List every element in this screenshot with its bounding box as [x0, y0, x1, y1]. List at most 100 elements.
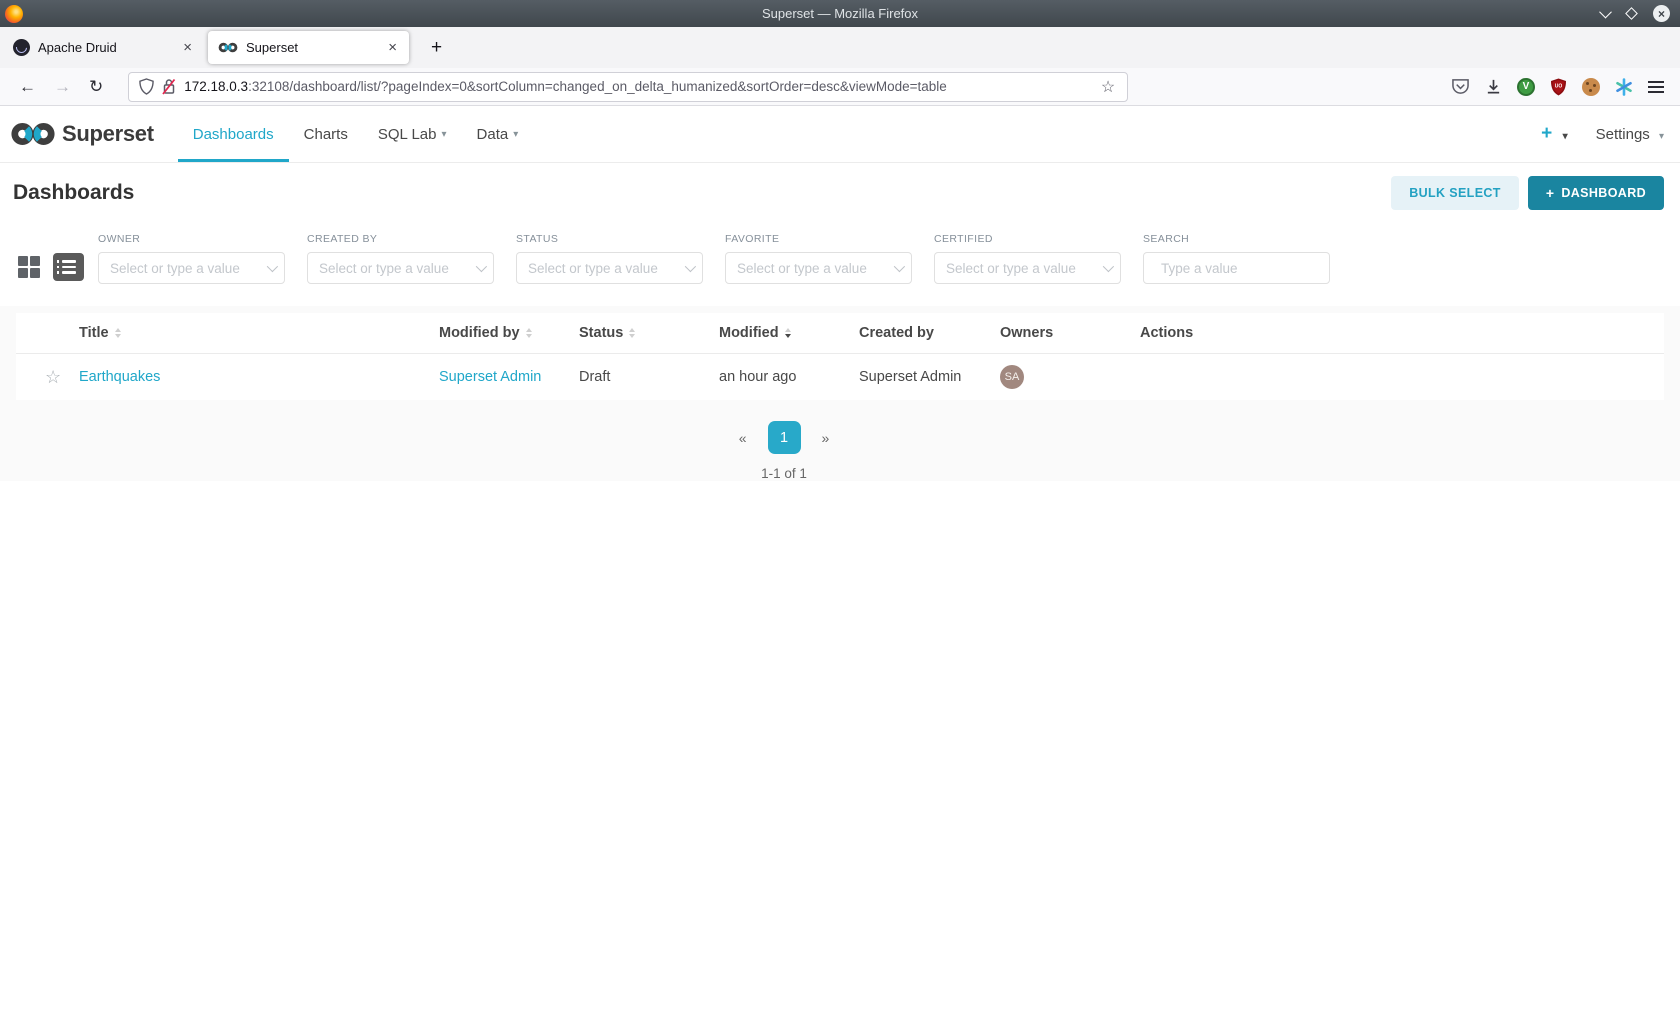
tab-superset[interactable]: Superset × — [208, 31, 409, 64]
nav-label: Data — [476, 125, 509, 143]
sort-icon — [114, 328, 121, 338]
bulk-select-button[interactable]: BULK SELECT — [1391, 176, 1519, 210]
superset-brand[interactable]: Superset — [10, 106, 154, 162]
column-header-modified[interactable]: Modified — [719, 325, 859, 341]
tab-close-icon[interactable]: × — [384, 39, 401, 56]
new-dashboard-label: DASHBOARD — [1561, 186, 1646, 200]
svg-text:UO: UO — [1555, 83, 1563, 89]
ublock-shield-icon[interactable]: UO — [1550, 78, 1567, 96]
url-host: 172.18.0.3 — [184, 79, 249, 94]
dashboards-table: Title Modified by Status Modified Create… — [16, 313, 1664, 400]
bookmark-star-icon[interactable]: ☆ — [1099, 77, 1117, 97]
filter-created-by: CREATED BY Select or type a value — [307, 233, 494, 284]
menu-hamburger-icon[interactable] — [1648, 80, 1664, 93]
owner-select[interactable]: Select or type a value — [98, 252, 285, 284]
url-text: 172.18.0.3:32108/dashboard/list/?pageInd… — [184, 79, 1099, 94]
content-area: Title Modified by Status Modified Create… — [0, 306, 1680, 481]
privacy-extension-icon[interactable]: V — [1517, 77, 1535, 96]
window-title: Superset — Mozilla Firefox — [761, 6, 919, 21]
dashboard-title-link[interactable]: Earthquakes — [79, 369, 160, 385]
url-bar[interactable]: 172.18.0.3:32108/dashboard/list/?pageInd… — [128, 71, 1129, 102]
new-tab-button[interactable]: + — [423, 35, 450, 61]
pagination-summary: 1-1 of 1 — [761, 466, 807, 481]
owner-avatar[interactable]: SA — [1000, 365, 1024, 389]
column-header-created-by: Created by — [859, 325, 1000, 341]
filter-label: OWNER — [98, 233, 141, 245]
certified-select[interactable]: Select or type a value — [934, 252, 1121, 284]
cookie-extension-icon[interactable] — [1582, 77, 1600, 96]
downloads-icon[interactable] — [1485, 78, 1502, 95]
chevron-down-icon — [266, 260, 279, 273]
tab-label: Apache Druid — [38, 40, 117, 55]
tab-close-icon[interactable]: × — [179, 39, 196, 56]
plus-icon: + — [1545, 185, 1555, 201]
forward-button[interactable]: → — [45, 75, 80, 99]
status-select[interactable]: Select or type a value — [516, 252, 703, 284]
superset-logo-icon — [11, 122, 55, 146]
superset-navbar: Superset Dashboards Charts SQL Lab ▾ Dat… — [0, 106, 1680, 163]
new-item-menu[interactable]: + ▾ — [1541, 123, 1567, 145]
reload-button[interactable]: ↻ — [80, 75, 112, 99]
nav-item-data[interactable]: Data ▾ — [462, 106, 534, 162]
column-label: Status — [579, 325, 624, 341]
column-label: Actions — [1140, 325, 1194, 341]
tab-apache-druid[interactable]: Apache Druid × — [3, 31, 204, 64]
window-maximize-icon[interactable] — [1625, 7, 1638, 20]
chevron-down-icon: ▾ — [513, 128, 519, 140]
card-view-toggle-icon[interactable] — [18, 256, 40, 278]
column-header-modified-by[interactable]: Modified by — [439, 325, 579, 341]
window-minimize-icon[interactable] — [1599, 5, 1612, 19]
plus-icon: + — [1541, 123, 1553, 144]
asterisk-extension-icon[interactable] — [1615, 77, 1633, 96]
settings-label: Settings — [1595, 125, 1650, 143]
filter-label: CREATED BY — [307, 233, 378, 245]
select-placeholder: Select or type a value — [737, 260, 867, 276]
chevron-down-icon: ▾ — [1562, 131, 1568, 142]
tab-label: Superset — [246, 40, 299, 55]
pagination-next-button[interactable]: » — [822, 430, 830, 446]
created-by-select[interactable]: Select or type a value — [307, 252, 494, 284]
column-label: Modified — [719, 325, 779, 341]
list-view-toggle-icon[interactable] — [53, 253, 84, 281]
page-header: Dashboards BULK SELECT + DASHBOARD — [0, 163, 1680, 217]
pocket-icon[interactable] — [1451, 78, 1470, 95]
filter-label: STATUS — [516, 233, 559, 245]
new-dashboard-button[interactable]: + DASHBOARD — [1527, 176, 1664, 210]
nav-label: SQL Lab — [377, 125, 437, 143]
pagination-page-1-button[interactable]: 1 — [767, 421, 801, 454]
settings-menu[interactable]: Settings ▾ — [1596, 126, 1664, 143]
bulk-select-label: BULK SELECT — [1409, 186, 1501, 200]
insecure-lock-icon[interactable] — [162, 78, 176, 95]
nav-label: Dashboards — [192, 125, 274, 143]
search-input[interactable] — [1161, 260, 1338, 276]
column-header-title[interactable]: Title — [79, 325, 439, 341]
sort-desc-icon — [784, 328, 791, 338]
filter-certified: CERTIFIED Select or type a value — [934, 233, 1121, 284]
select-placeholder: Select or type a value — [110, 260, 240, 276]
filter-status: STATUS Select or type a value — [516, 233, 703, 284]
filter-favorite: FAVORITE Select or type a value — [725, 233, 912, 284]
favorite-star-icon[interactable]: ☆ — [45, 367, 61, 388]
table-row: ☆ Earthquakes Superset Admin Draft an ho… — [16, 354, 1664, 400]
page-title: Dashboards — [13, 181, 135, 204]
column-header-actions: Actions — [1140, 325, 1664, 341]
nav-item-dashboards[interactable]: Dashboards — [178, 106, 289, 162]
filter-label: CERTIFIED — [934, 233, 993, 245]
column-header-status[interactable]: Status — [579, 325, 719, 341]
modified-by-link[interactable]: Superset Admin — [439, 369, 541, 385]
pagination-prev-button[interactable]: « — [739, 430, 747, 446]
nav-item-sql-lab[interactable]: SQL Lab ▾ — [363, 106, 462, 162]
created-by-cell: Superset Admin — [859, 369, 962, 385]
shield-icon[interactable] — [139, 78, 155, 95]
sort-icon — [629, 328, 636, 338]
window-titlebar: Superset — Mozilla Firefox × — [0, 0, 1680, 27]
nav-item-charts[interactable]: Charts — [289, 106, 363, 162]
column-header-owners: Owners — [1000, 325, 1140, 341]
status-cell: Draft — [579, 369, 611, 385]
window-close-icon[interactable]: × — [1653, 5, 1670, 22]
back-button[interactable]: ← — [10, 75, 45, 99]
select-placeholder: Select or type a value — [319, 260, 449, 276]
select-placeholder: Select or type a value — [528, 260, 658, 276]
favorite-select[interactable]: Select or type a value — [725, 252, 912, 284]
search-box[interactable] — [1143, 252, 1338, 284]
